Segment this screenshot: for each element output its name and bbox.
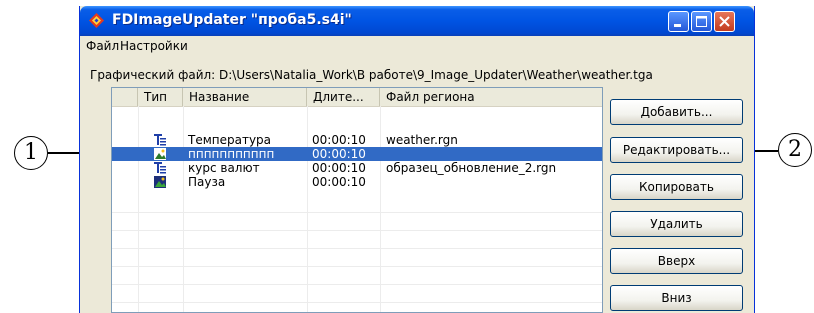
menu-settings[interactable]: Настройки [120,39,188,53]
table-row[interactable]: ппппппппппп 00:00:10 [112,147,602,161]
image-template-icon [154,148,166,160]
close-button[interactable] [714,11,735,32]
grid-line [112,284,602,285]
callout-1: 1 [14,136,48,170]
app-diamond-icon [89,13,104,28]
table-row[interactable]: курс валют 00:00:10 образец_обновление_2… [112,161,602,175]
grid-line [112,248,602,249]
column-header-name[interactable]: Название [183,88,307,106]
column-header-region-file[interactable]: Файл региона [380,88,602,106]
menu-bar: Файл Настройки [80,36,754,56]
window-title: FDImageUpdater "проба5.s4i" [112,12,352,28]
graphic-file-path: Графический файл: D:\Users\Natalia_Work\… [90,68,653,82]
copy-button[interactable]: Копировать [610,174,743,200]
row-region-file: weather.rgn [386,133,458,147]
template-list[interactable]: Тип Название Длите... Файл региона Темпе… [111,87,603,313]
column-header-check[interactable] [112,88,138,106]
move-down-button[interactable]: Вниз [610,285,743,311]
grid-line [112,230,602,231]
list-header: Тип Название Длите... Файл региона [112,88,602,107]
table-row[interactable]: Пауза 00:00:10 [112,175,602,189]
text-template-icon [154,134,166,146]
row-name: курс валют [188,161,260,175]
delete-button[interactable]: Удалить [610,211,743,237]
maximize-button[interactable] [691,11,712,32]
minimize-button[interactable] [668,11,689,32]
edit-button[interactable]: Редактировать... [610,137,743,163]
grid-line [112,266,602,267]
row-duration: 00:00:10 [312,133,366,147]
row-name: Пауза [188,175,226,189]
app-window: FDImageUpdater "проба5.s4i" Файл Настрой… [79,6,755,313]
maximize-icon [696,16,707,27]
column-header-type[interactable]: Тип [138,88,183,106]
text-template-icon [154,162,166,174]
add-button[interactable]: Добавить... [610,99,743,125]
image-template-icon [154,176,166,188]
close-icon [719,16,730,27]
column-header-duration[interactable]: Длите... [307,88,380,106]
row-region-file: образец_обновление_2.rgn [386,161,557,175]
minimize-icon [674,24,681,27]
row-duration: 00:00:10 [312,147,366,161]
table-row[interactable]: Температура 00:00:10 weather.rgn [112,133,602,147]
grid-line [112,302,602,303]
row-name: Температура [188,133,272,147]
title-bar[interactable]: FDImageUpdater "проба5.s4i" [80,6,754,36]
row-duration: 00:00:10 [312,175,366,189]
grid-line [112,212,602,213]
row-duration: 00:00:10 [312,161,366,175]
move-up-button[interactable]: Вверх [610,248,743,274]
row-name: ппппппппппп [188,147,275,161]
menu-file[interactable]: Файл [86,39,119,53]
callout-2: 2 [778,133,812,167]
